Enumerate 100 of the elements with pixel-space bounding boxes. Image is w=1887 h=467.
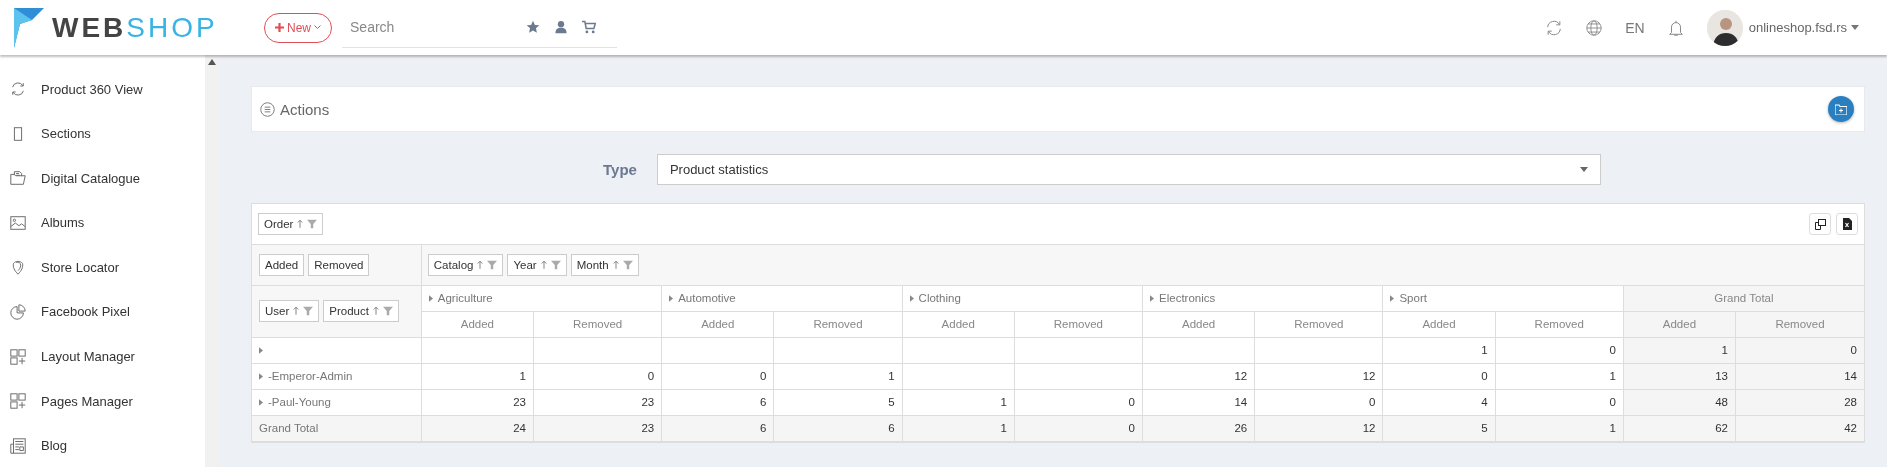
folder-icon [9,169,27,188]
export-button[interactable] [1828,96,1854,122]
sidebar-item[interactable]: Sections [41,126,91,142]
field-button[interactable]: User [259,300,320,322]
sort-arrow-icon[interactable] [612,259,619,270]
column-header: Removed [1254,311,1383,337]
sidebar-item[interactable]: Layout Manager [41,349,135,365]
sidebar-item[interactable]: Store Locator [41,259,120,275]
table-cell: 42 [1735,415,1864,441]
refresh-icon[interactable] [1545,18,1564,37]
plus-icon [275,23,284,32]
sort-arrow-icon[interactable] [297,219,304,229]
scroll-up-icon[interactable] [208,59,216,65]
sidebar-item[interactable]: Pages Manager [41,393,133,409]
table-cell: 12 [1254,363,1383,389]
filter-icon[interactable] [307,219,318,229]
table-cell: 1 [421,363,534,389]
column-header: Added [421,311,534,337]
scrollbar[interactable] [205,55,220,467]
sidebar-item[interactable]: Digital Catalogue [41,170,140,186]
account-name[interactable]: onlineshop.fsd.rs [1748,20,1847,35]
table-cell: 6 [661,415,774,441]
user-icon[interactable] [554,20,568,34]
sort-arrow-icon[interactable] [372,306,379,316]
expand-icon[interactable] [669,295,674,302]
sidebar-item[interactable]: Albums [41,215,85,231]
field-button[interactable]: Catalog [427,253,504,276]
bell-icon[interactable] [1666,18,1685,37]
field-button[interactable]: Removed [308,253,370,276]
table-cell: 1 [1382,337,1496,363]
table-cell: 6 [773,415,903,441]
sidebar-item[interactable]: Product 360 View [41,81,143,97]
filter-icon[interactable] [550,259,561,270]
column-header: Removed [1495,311,1624,337]
expand-icon[interactable] [259,373,263,380]
expand-icon[interactable] [1150,295,1154,302]
column-header: Added [661,311,774,337]
new-button[interactable]: New [264,12,332,43]
type-label: Type [603,161,637,178]
layout-button[interactable] [1809,213,1831,235]
table-cell: 48 [1623,389,1736,415]
column-header: Removed [1735,311,1864,337]
panel-title: Actions [280,100,331,118]
sort-arrow-icon[interactable] [293,306,300,316]
chevron-icon [314,25,321,30]
table-cell: 4 [1382,389,1496,415]
caret-icon[interactable] [1851,25,1859,30]
type-dropdown[interactable]: Product statistics [656,154,1601,185]
row-header: -Paul-Young [268,396,331,408]
column-header: Agriculture [437,292,493,304]
field-button[interactable]: Product [323,300,399,322]
column-header: Removed [533,311,662,337]
excel-export-button[interactable] [1836,213,1858,235]
sidebar-item[interactable]: Facebook Pixel [41,304,130,320]
field-button[interactable]: Month [570,253,639,276]
table-cell: 1 [902,389,1015,415]
field-button[interactable]: Order [258,213,324,235]
table-cell: 6 [661,389,774,415]
expand-icon[interactable] [909,295,914,302]
cart-icon[interactable] [582,20,596,34]
column-header: Added [1382,311,1496,337]
table-cell: 13 [1623,363,1736,389]
caret-icon [1579,167,1588,172]
expand-icon[interactable] [428,295,433,302]
table-cell: 1 [1495,415,1624,441]
field-button[interactable]: Added [259,253,305,276]
list-icon [260,101,275,117]
field-button[interactable]: Year [507,253,567,276]
table-cell: 1 [1495,363,1624,389]
table-cell: 0 [1382,363,1496,389]
table-cell: 62 [1623,415,1736,441]
sort-arrow-icon[interactable] [477,259,484,270]
sort-arrow-icon[interactable] [540,259,547,270]
star-icon[interactable] [526,20,540,34]
sidebar-item[interactable]: Blog [41,438,68,454]
table-cell: 14 [1735,363,1864,389]
language-selector[interactable]: EN [1625,19,1645,36]
filter-icon[interactable] [303,306,314,316]
expand-icon[interactable] [259,347,263,354]
column-header: Clothing [918,292,961,304]
globe-icon[interactable] [1585,18,1604,37]
expand-icon[interactable] [1390,295,1395,302]
table-cell: 24 [421,415,534,441]
sync-icon [9,80,27,98]
expand-icon[interactable] [259,399,263,406]
logo-text: WEBSHOP [52,11,218,44]
table-cell: 0 [661,363,774,389]
folder-icon [1835,103,1847,115]
table-cell: 1 [1623,337,1736,363]
filter-icon[interactable] [487,259,498,270]
layout-icon [9,347,27,366]
table-cell: 5 [1382,415,1496,441]
logo-icon [14,7,44,48]
column-header: Removed [1014,311,1143,337]
filter-icon[interactable] [622,259,633,270]
column-header: Removed [773,311,903,337]
table-cell: 1 [773,363,903,389]
filter-icon[interactable] [382,306,393,316]
row-header: -Emperor-Admin [268,370,353,382]
blog-icon [9,436,27,455]
